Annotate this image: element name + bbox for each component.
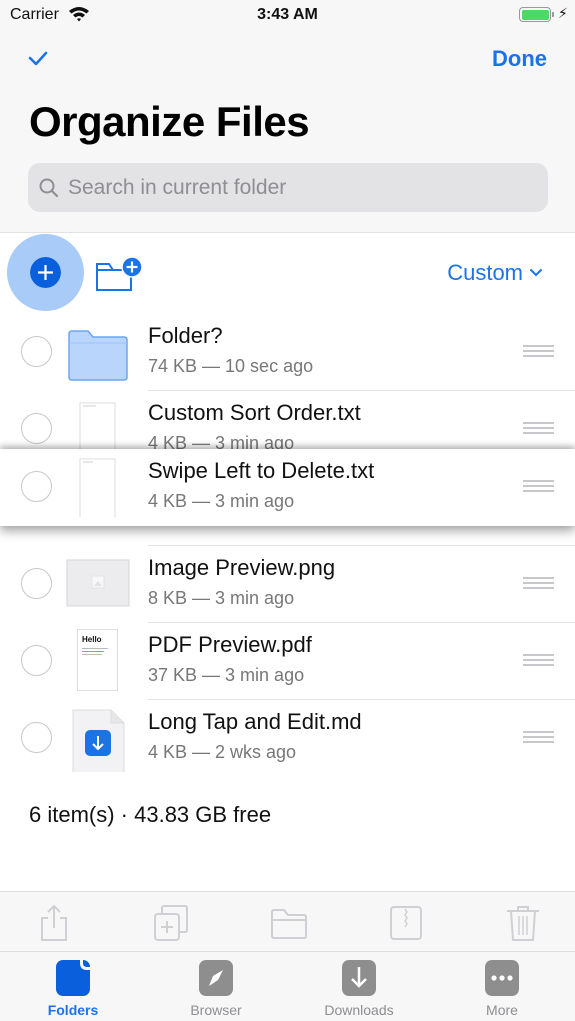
file-name: Folder?	[148, 323, 223, 348]
file-name: PDF Preview.pdf	[148, 632, 312, 657]
file-meta: 37 KB — 3 min ago	[148, 665, 305, 685]
chevron-down-icon	[530, 269, 542, 277]
file-row[interactable]: Folder? 74 KB — 10 sec ago	[0, 314, 575, 391]
reorder-handle-icon[interactable]	[523, 480, 554, 492]
file-name: Long Tap and Edit.md	[148, 709, 362, 734]
file-meta: 4 KB — 3 min ago	[148, 491, 295, 511]
search-bar[interactable]	[28, 163, 548, 212]
battery-tip	[552, 12, 554, 17]
page-title: Organize Files	[29, 98, 310, 145]
battery-icon	[519, 7, 551, 22]
select-checkbox[interactable]	[21, 336, 52, 367]
compass-icon	[199, 960, 233, 996]
clock: 3:43 AM	[257, 6, 318, 23]
list-toolbar: Custom	[0, 234, 575, 314]
folder-summary: 6 item(s) · 43.83 GB free	[29, 802, 272, 827]
zip-icon[interactable]	[388, 904, 424, 942]
tab-label: Browser	[190, 1002, 242, 1018]
folder-icon	[68, 330, 128, 381]
tab-more[interactable]: More	[457, 960, 547, 1020]
tab-label: Folders	[47, 1002, 99, 1018]
trash-icon[interactable]	[505, 904, 541, 942]
markdown-file-icon	[72, 709, 125, 772]
file-row[interactable]: Long Tap and Edit.md 4 KB — 2 wks ago	[0, 700, 575, 777]
plus-circle-icon[interactable]	[30, 257, 61, 288]
more-icon	[485, 960, 519, 996]
search-icon	[39, 178, 59, 198]
tab-label: More	[486, 1002, 518, 1018]
text-file-icon	[79, 458, 116, 517]
pdf-thumbnail-title: Hello	[82, 635, 102, 644]
file-meta: 4 KB — 2 wks ago	[148, 742, 297, 762]
tab-downloads[interactable]: Downloads	[314, 960, 404, 1020]
reorder-handle-icon[interactable]	[523, 345, 554, 357]
duplicate-icon[interactable]	[153, 904, 189, 942]
search-input[interactable]	[68, 163, 538, 212]
tab-folders[interactable]: Folders	[28, 960, 118, 1020]
select-checkbox[interactable]	[21, 568, 52, 599]
folder-plus-icon[interactable]	[95, 256, 143, 292]
status-bar: Carrier 3:43 AM ⚡︎	[0, 0, 575, 30]
file-row[interactable]: Image Preview.png 8 KB — 3 min ago	[0, 546, 575, 623]
action-bar	[0, 891, 575, 952]
checkmark-icon[interactable]	[26, 46, 50, 70]
reorder-handle-icon[interactable]	[523, 577, 554, 589]
image-thumbnail-icon	[66, 559, 130, 607]
reorder-handle-icon[interactable]	[523, 731, 554, 743]
file-meta: 74 KB — 10 sec ago	[148, 356, 314, 376]
select-checkbox[interactable]	[21, 413, 52, 444]
select-checkbox[interactable]	[21, 722, 52, 753]
organize-files-screen: Carrier 3:43 AM ⚡︎ Done Organize Files S…	[0, 0, 575, 1021]
file-name: Custom Sort Order.txt	[148, 400, 361, 425]
pdf-thumbnail: Hello	[66, 629, 130, 691]
sort-button[interactable]: Custom	[447, 260, 543, 286]
done-button[interactable]: Done	[492, 46, 547, 72]
file-meta: 8 KB — 3 min ago	[148, 588, 295, 608]
tab-browser[interactable]: Browser	[171, 960, 261, 1020]
select-checkbox[interactable]	[21, 645, 52, 676]
header: Carrier 3:43 AM ⚡︎ Done Organize Files	[0, 0, 575, 233]
file-row-dragging[interactable]: Swipe Left to Delete.txt 4 KB — 3 min ag…	[0, 449, 575, 526]
folders-icon	[56, 960, 90, 996]
file-name: Swipe Left to Delete.txt	[148, 458, 375, 483]
file-row[interactable]: Hello PDF Preview.pdf 37 KB — 3 min ago	[0, 623, 575, 700]
folder-icon[interactable]	[270, 904, 308, 942]
reorder-handle-icon[interactable]	[523, 654, 554, 666]
download-icon	[342, 960, 376, 996]
charging-bolt-icon: ⚡︎	[558, 5, 568, 21]
reorder-handle-icon[interactable]	[523, 422, 554, 434]
select-checkbox[interactable]	[21, 471, 52, 502]
file-name: Image Preview.png	[148, 555, 336, 580]
share-icon[interactable]	[36, 904, 72, 942]
tab-bar: Folders Browser Downloads More	[0, 952, 575, 1021]
sort-label: Custom	[447, 260, 523, 285]
tab-label: Downloads	[324, 1002, 394, 1018]
